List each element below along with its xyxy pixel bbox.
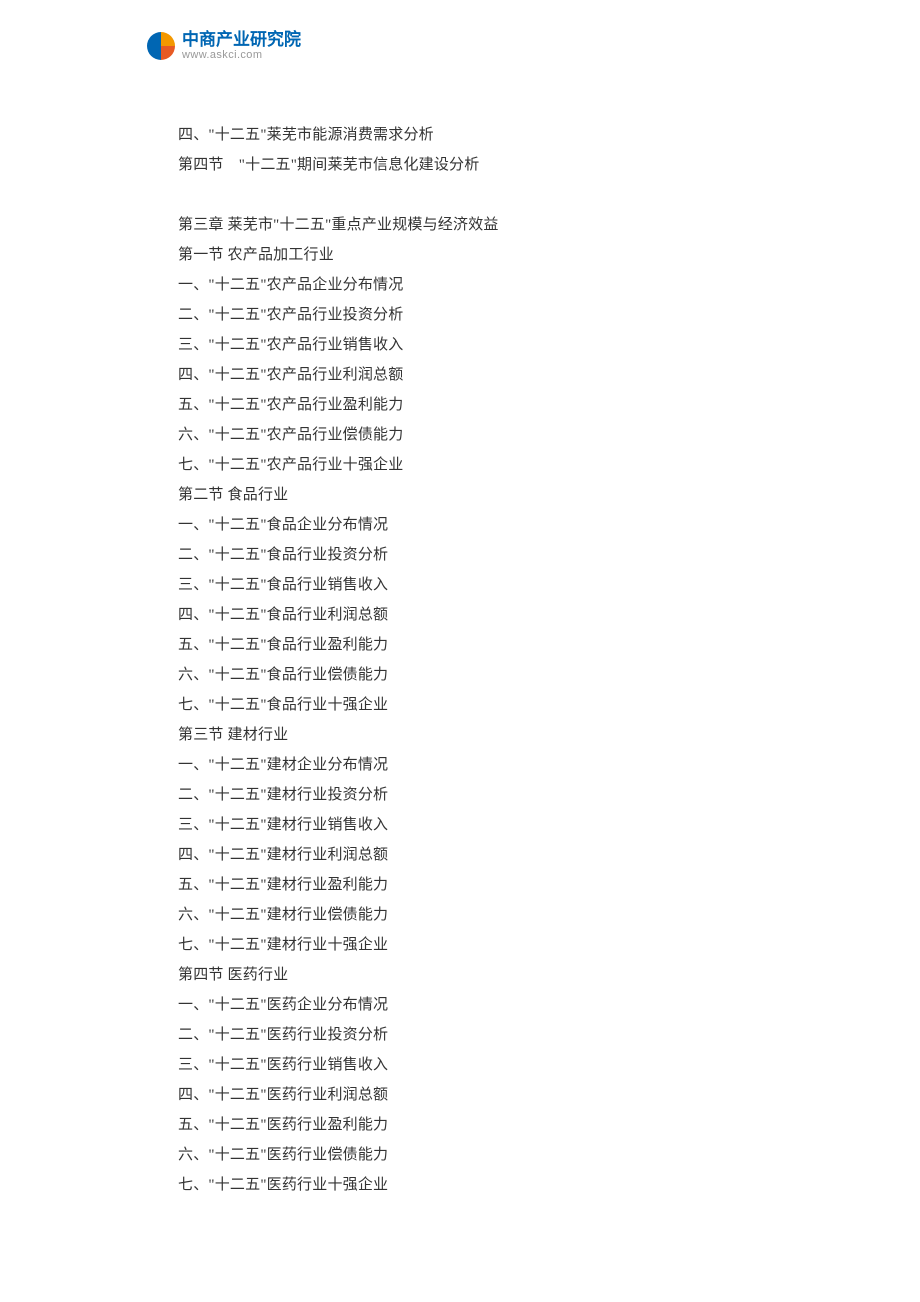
logo-cn-text: 中商产业研究院 <box>182 31 301 48</box>
toc-line: 一、"十二五"建材企业分布情况 <box>178 750 778 780</box>
logo-icon <box>145 30 177 62</box>
toc-line: 第一节 农产品加工行业 <box>178 240 778 270</box>
toc-line: 一、"十二五"食品企业分布情况 <box>178 510 778 540</box>
toc-line: 六、"十二五"医药行业偿债能力 <box>178 1140 778 1170</box>
toc-line: 第三节 建材行业 <box>178 720 778 750</box>
toc-line: 五、"十二五"农产品行业盈利能力 <box>178 390 778 420</box>
toc-line: 三、"十二五"医药行业销售收入 <box>178 1050 778 1080</box>
toc-line: 五、"十二五"建材行业盈利能力 <box>178 870 778 900</box>
toc-line: 四、"十二五"建材行业利润总额 <box>178 840 778 870</box>
toc-line: 第二节 食品行业 <box>178 480 778 510</box>
toc-line: 七、"十二五"医药行业十强企业 <box>178 1170 778 1200</box>
toc-line: 五、"十二五"医药行业盈利能力 <box>178 1110 778 1140</box>
toc-line: 四、"十二五"食品行业利润总额 <box>178 600 778 630</box>
toc-line: 一、"十二五"医药企业分布情况 <box>178 990 778 1020</box>
toc-line: 四、"十二五"农产品行业利润总额 <box>178 360 778 390</box>
logo-container: 中商产业研究院 www.askci.com <box>145 30 301 62</box>
toc-line: 第四节 "十二五"期间莱芜市信息化建设分析 <box>178 150 778 180</box>
toc-line: 五、"十二五"食品行业盈利能力 <box>178 630 778 660</box>
toc-line: 六、"十二五"建材行业偿债能力 <box>178 900 778 930</box>
toc-line: 二、"十二五"建材行业投资分析 <box>178 780 778 810</box>
toc-line: 二、"十二五"食品行业投资分析 <box>178 540 778 570</box>
toc-line: 四、"十二五"医药行业利润总额 <box>178 1080 778 1110</box>
toc-line: 二、"十二五"医药行业投资分析 <box>178 1020 778 1050</box>
toc-line: 第三章 莱芜市"十二五"重点产业规模与经济效益 <box>178 210 778 240</box>
toc-line: 三、"十二五"建材行业销售收入 <box>178 810 778 840</box>
logo-url-text: www.askci.com <box>182 50 301 61</box>
toc-line: 四、"十二五"莱芜市能源消费需求分析 <box>178 120 778 150</box>
blank-line <box>178 180 778 210</box>
toc-line: 三、"十二五"农产品行业销售收入 <box>178 330 778 360</box>
toc-line: 第四节 医药行业 <box>178 960 778 990</box>
toc-line: 七、"十二五"建材行业十强企业 <box>178 930 778 960</box>
toc-line: 七、"十二五"农产品行业十强企业 <box>178 450 778 480</box>
toc-line: 七、"十二五"食品行业十强企业 <box>178 690 778 720</box>
toc-line: 二、"十二五"农产品行业投资分析 <box>178 300 778 330</box>
toc-line: 六、"十二五"食品行业偿债能力 <box>178 660 778 690</box>
document-content: 四、"十二五"莱芜市能源消费需求分析 第四节 "十二五"期间莱芜市信息化建设分析… <box>178 120 778 1200</box>
toc-line: 一、"十二五"农产品企业分布情况 <box>178 270 778 300</box>
toc-line: 三、"十二五"食品行业销售收入 <box>178 570 778 600</box>
toc-line: 六、"十二五"农产品行业偿债能力 <box>178 420 778 450</box>
